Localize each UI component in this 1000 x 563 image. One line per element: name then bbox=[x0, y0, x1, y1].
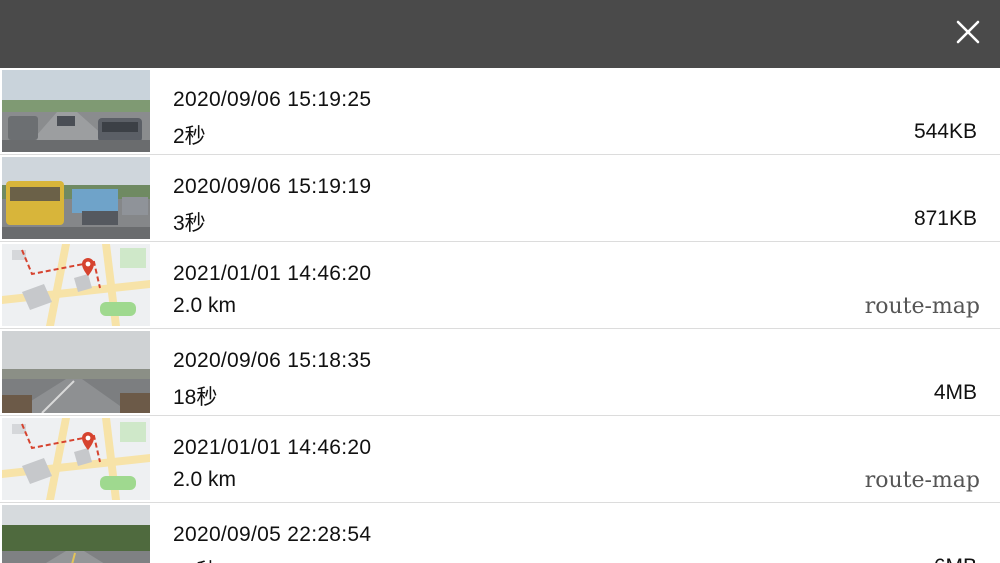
video-thumbnail bbox=[2, 157, 150, 239]
list-item[interactable]: 2020/09/06 15:19:19 3秒 871KB bbox=[0, 155, 1000, 242]
item-datetime: 2020/09/06 15:19:19 bbox=[173, 175, 372, 198]
item-type-label: route-map bbox=[864, 468, 980, 493]
item-duration: 3秒 bbox=[173, 212, 206, 235]
video-thumbnail bbox=[2, 70, 150, 152]
item-duration: 2秒 bbox=[173, 125, 206, 148]
map-thumbnail bbox=[2, 418, 150, 500]
list-item[interactable]: 2021/01/01 14:46:20 2.0 km route-map bbox=[0, 416, 1000, 503]
recording-list: 2020/09/06 15:19:25 2秒 544KB 2020/09/06 … bbox=[0, 68, 1000, 563]
top-bar bbox=[0, 0, 1000, 68]
item-type-label: route-map bbox=[864, 294, 980, 319]
item-datetime: 2020/09/06 15:19:25 bbox=[173, 88, 372, 111]
close-button[interactable] bbox=[954, 18, 982, 46]
item-datetime: 2020/09/06 15:18:35 bbox=[173, 349, 372, 372]
list-item[interactable]: 2020/09/06 15:19:25 2秒 544KB bbox=[0, 68, 1000, 155]
map-thumbnail bbox=[2, 244, 150, 326]
item-datetime: 2021/01/01 14:46:20 bbox=[173, 262, 372, 285]
item-distance: 2.0 km bbox=[173, 294, 237, 317]
item-duration: 18秒 bbox=[173, 386, 218, 409]
item-distance: 2.0 km bbox=[173, 468, 237, 491]
item-datetime: 2021/01/01 14:46:20 bbox=[173, 436, 372, 459]
item-filesize: 544KB bbox=[913, 120, 977, 143]
item-duration: 27秒 bbox=[173, 555, 217, 563]
item-filesize: 871KB bbox=[913, 207, 977, 230]
list-item[interactable]: 2020/09/06 15:18:35 18秒 4MB bbox=[0, 329, 1000, 416]
video-thumbnail bbox=[2, 505, 150, 563]
item-datetime: 2020/09/05 22:28:54 bbox=[173, 523, 372, 546]
close-icon bbox=[956, 20, 980, 44]
list-item[interactable]: 2020/09/05 22:28:54 27秒 6MB bbox=[0, 503, 1000, 563]
item-filesize: 4MB bbox=[933, 381, 977, 404]
list-item[interactable]: 2021/01/01 14:46:20 2.0 km route-map bbox=[0, 242, 1000, 329]
video-thumbnail bbox=[2, 331, 150, 413]
item-filesize: 6MB bbox=[934, 555, 977, 563]
